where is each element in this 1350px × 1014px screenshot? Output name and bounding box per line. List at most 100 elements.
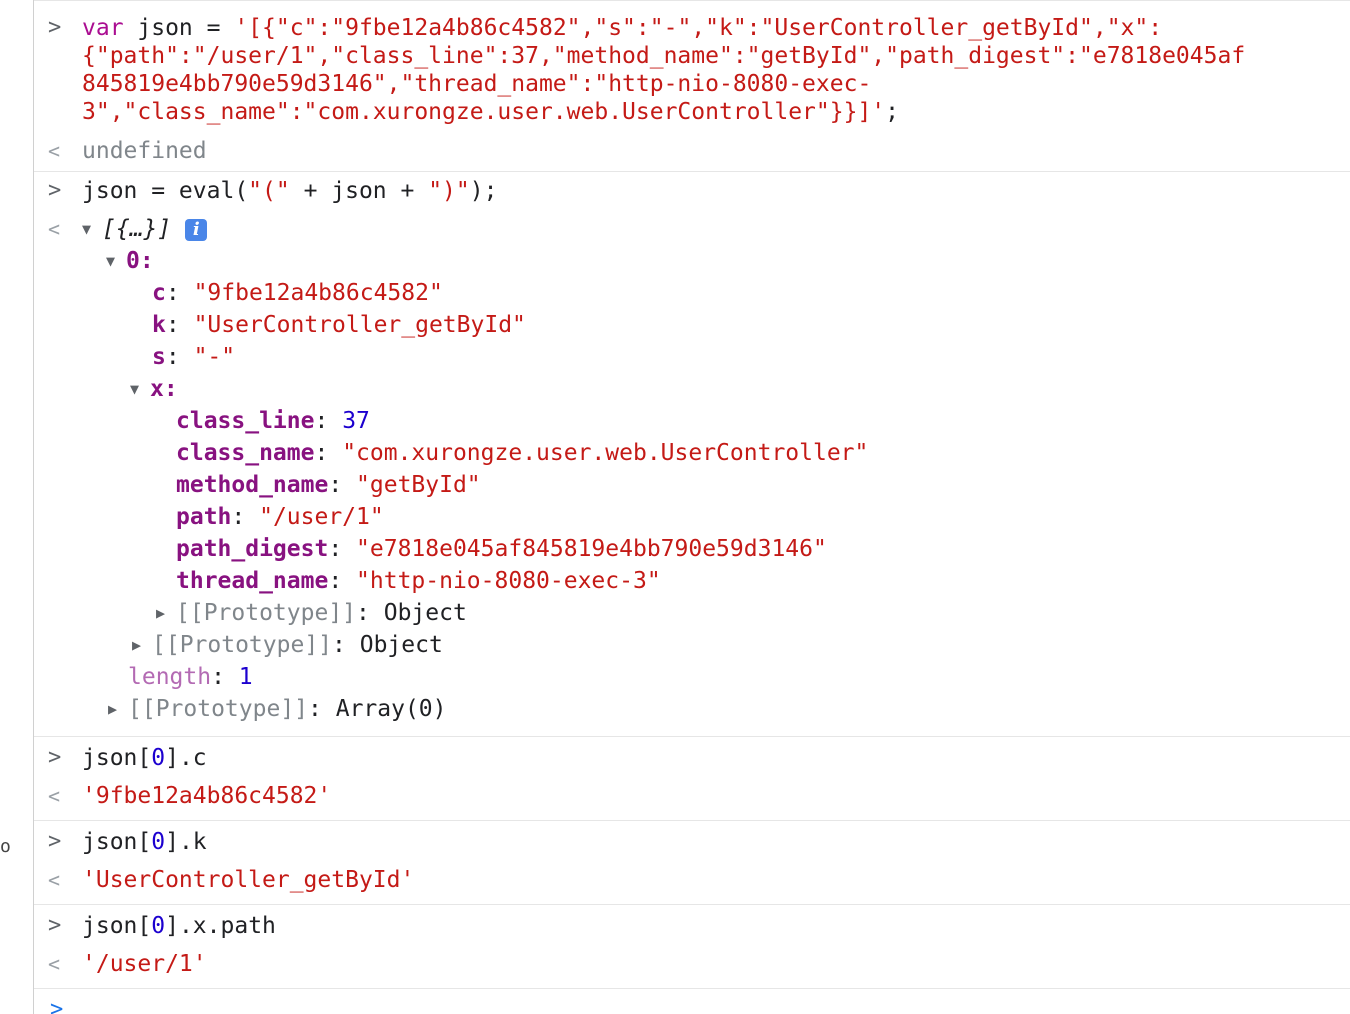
input-line[interactable]: > json[0].c <box>34 742 1350 774</box>
code-text: var json = '[{"c":"9fbe12a4b86c4582","s"… <box>82 14 1162 42</box>
console-entry-1: > var json = '[{"c":"9fbe12a4b86c4582","… <box>34 0 1350 172</box>
property-k[interactable]: k: "UserController_getById" <box>34 309 1350 341</box>
code-text: json = eval("(" + json + ")"); <box>82 178 498 204</box>
code-text: 3","class_name":"com.xurongze.user.web.U… <box>82 98 899 126</box>
collapsed-triangle-icon[interactable]: ▶ <box>108 693 128 725</box>
property-value: 1 <box>238 664 253 690</box>
prototype-value: Object <box>359 632 443 658</box>
prototype-node-array[interactable]: ▶ [[Prototype]]: Array(0) <box>34 693 1350 725</box>
tree-node-0[interactable]: ▼ 0: <box>34 245 1350 277</box>
property-key: s <box>152 344 166 370</box>
result-summary-line[interactable]: < ▼ [{…}] i <box>34 213 1350 245</box>
code-plain: ; <box>885 99 899 125</box>
property-key: class_line <box>176 408 315 434</box>
property-key: k <box>152 312 166 338</box>
collapsed-triangle-icon[interactable]: ▶ <box>156 597 176 629</box>
result-arrow-icon: < <box>48 217 61 241</box>
property-key: length <box>128 664 212 690</box>
property-path[interactable]: path: "/user/1" <box>34 501 1350 533</box>
prototype-value: Object <box>383 600 467 626</box>
console-entry-3: > json[0].c < '9fbe12a4b86c4582' <box>34 742 1350 821</box>
prototype-key: [[Prototype]] <box>152 632 333 658</box>
property-value: "9fbe12a4b86c4582" <box>193 280 443 306</box>
prototype-key: [[Prototype]] <box>176 600 357 626</box>
code-plain: json = <box>123 15 235 41</box>
prompt-chevron-icon: > <box>48 745 62 770</box>
prototype-key: [[Prototype]] <box>128 696 309 722</box>
result-line[interactable]: < 'UserController_getById' <box>34 864 1350 896</box>
prototype-node-x[interactable]: ▶ [[Prototype]]: Object <box>34 597 1350 629</box>
collapsed-triangle-icon[interactable]: ▶ <box>132 629 152 661</box>
input-line-wrap: 845819e4bb790e59d3146","thread_name":"ht… <box>34 70 1350 98</box>
expanded-triangle-icon[interactable]: ▼ <box>130 373 150 405</box>
property-c[interactable]: c: "9fbe12a4b86c4582" <box>34 277 1350 309</box>
property-s[interactable]: s: "-" <box>34 341 1350 373</box>
property-value: 37 <box>342 408 370 434</box>
code-text: json[0].x.path <box>82 913 276 939</box>
property-value: "-" <box>193 344 236 370</box>
property-key: c <box>152 280 166 306</box>
prompt-chevron-icon: > <box>48 15 62 40</box>
input-line[interactable]: > json = eval("(" + json + ")"); <box>34 175 1350 207</box>
result-arrow-icon: < <box>48 784 61 808</box>
input-line-wrap: 3","class_name":"com.xurongze.user.web.U… <box>34 98 1350 126</box>
property-key: x <box>150 376 164 402</box>
input-prompt-chevron-icon: > <box>50 997 64 1014</box>
property-class-name[interactable]: class_name: "com.xurongze.user.web.UserC… <box>34 437 1350 469</box>
string-literal: '[{"c":"9fbe12a4b86c4582","s":"-","k":"U… <box>234 15 1163 41</box>
result-arrow-icon: < <box>48 139 61 163</box>
result-line[interactable]: < '9fbe12a4b86c4582' <box>34 780 1350 812</box>
property-value: "UserController_getById" <box>193 312 526 338</box>
prompt-chevron-icon: > <box>48 178 62 203</box>
prototype-node-0[interactable]: ▶ [[Prototype]]: Object <box>34 629 1350 661</box>
console-panel: > var json = '[{"c":"9fbe12a4b86c4582","… <box>34 0 1350 1014</box>
expanded-triangle-icon[interactable]: ▼ <box>106 245 126 277</box>
property-path-digest[interactable]: path_digest: "e7818e045af845819e4bb790e5… <box>34 533 1350 565</box>
property-thread-name[interactable]: thread_name: "http-nio-8080-exec-3" <box>34 565 1350 597</box>
result-value: 'UserController_getById' <box>82 867 415 893</box>
property-key: method_name <box>176 472 329 498</box>
array-preview: [{…}] <box>102 216 172 242</box>
input-line[interactable]: > json[0].x.path <box>34 910 1350 942</box>
prototype-value: Array(0) <box>335 696 447 722</box>
input-line[interactable]: > var json = '[{"c":"9fbe12a4b86c4582","… <box>34 14 1350 42</box>
info-icon[interactable]: i <box>185 218 208 241</box>
tree-node-x[interactable]: ▼ x: <box>34 373 1350 405</box>
result-line[interactable]: < '/user/1' <box>34 948 1350 980</box>
prompt-chevron-icon: > <box>48 829 62 854</box>
console-entry-2: > json = eval("(" + json + ")"); < ▼ [{…}… <box>34 175 1350 737</box>
keyword-var: var <box>82 15 124 41</box>
prompt-chevron-icon: > <box>48 913 62 938</box>
array-summary[interactable]: ▼ [{…}] i <box>82 213 208 245</box>
input-line-wrap: {"path":"/user/1","class_line":37,"metho… <box>34 42 1350 70</box>
result-line[interactable]: < undefined <box>34 135 1350 167</box>
result-arrow-icon: < <box>48 868 61 892</box>
result-value: '/user/1' <box>82 951 207 977</box>
console-gutter: o <box>0 0 34 1014</box>
property-value: "e7818e045af845819e4bb790e59d3146" <box>356 536 827 562</box>
property-key: class_name <box>176 440 315 466</box>
property-length[interactable]: length: 1 <box>34 661 1350 693</box>
result-value: undefined <box>82 138 207 164</box>
property-value: "/user/1" <box>259 504 384 530</box>
property-class-line[interactable]: class_line: 37 <box>34 405 1350 437</box>
result-value: '9fbe12a4b86c4582' <box>82 783 332 809</box>
property-key: thread_name <box>176 568 329 594</box>
expanded-triangle-icon[interactable]: ▼ <box>82 213 102 245</box>
property-key: path_digest <box>176 536 329 562</box>
input-line[interactable]: > json[0].k <box>34 826 1350 858</box>
property-value: "getById" <box>356 472 481 498</box>
property-value: "com.xurongze.user.web.UserController" <box>342 440 869 466</box>
console-entry-4: > json[0].k < 'UserController_getById' <box>34 826 1350 905</box>
index-key: 0 <box>126 248 140 274</box>
property-value: "http-nio-8080-exec-3" <box>356 568 661 594</box>
console-input[interactable]: > <box>34 994 1350 1014</box>
string-literal: 845819e4bb790e59d3146","thread_name":"ht… <box>82 71 872 97</box>
gutter-marker: o <box>0 836 11 857</box>
result-arrow-icon: < <box>48 952 61 976</box>
code-text: json[0].k <box>82 829 207 855</box>
console-entry-5: > json[0].x.path < '/user/1' <box>34 910 1350 989</box>
property-key: path <box>176 504 232 530</box>
string-literal: {"path":"/user/1","class_line":37,"metho… <box>82 43 1246 69</box>
property-method-name[interactable]: method_name: "getById" <box>34 469 1350 501</box>
